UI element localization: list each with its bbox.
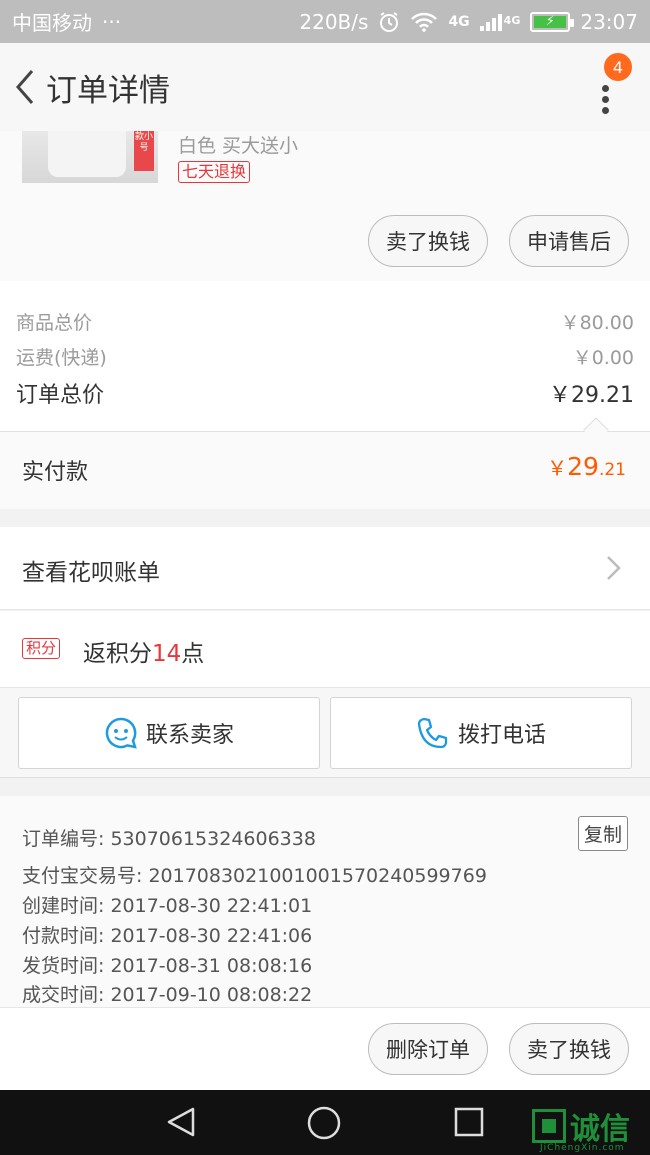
product-card: 款小号 白色 买大送小 七天退换 卖了换钱 申请售后	[0, 131, 650, 281]
order-total-label: 订单总价	[16, 383, 105, 408]
clock: 23:07	[580, 9, 638, 34]
sell-for-cash-bottom-button[interactable]: 卖了换钱	[509, 1023, 629, 1075]
network-type-1: 4G	[448, 13, 470, 30]
nav-back-icon[interactable]	[165, 1106, 197, 1138]
shipping-value: ￥0.00	[572, 347, 634, 369]
back-arrow-icon	[16, 70, 34, 104]
alarm-icon	[380, 11, 399, 32]
call-phone-button[interactable]: 拨打电话	[330, 697, 632, 769]
back-button[interactable]	[2, 43, 46, 131]
page-title: 订单详情	[46, 72, 170, 109]
nav-home-icon[interactable]	[307, 1106, 341, 1140]
huabei-bill-label: 查看花呗账单	[22, 560, 160, 586]
product-thumbnail[interactable]: 款小号	[22, 131, 158, 183]
watermark-url: JiChengXin.com	[540, 1143, 625, 1153]
alipay-trade-number: 支付宝交易号: 2017083021001001570240599769	[22, 865, 487, 887]
points-row: 积分 返积分14点	[0, 611, 650, 688]
actual-paid-amount: ￥29.21	[547, 452, 626, 481]
contact-section: 联系卖家 拨打电话	[0, 688, 650, 778]
points-count: 14	[152, 641, 182, 667]
order-number: 订单编号: 53070615324606338	[22, 828, 316, 850]
goods-total-value: ￥80.00	[560, 312, 634, 334]
phone-icon	[417, 717, 448, 749]
goods-total-label: 商品总价	[16, 312, 93, 334]
actual-paid-label: 实付款	[22, 460, 89, 485]
delete-order-button[interactable]: 删除订单	[368, 1023, 488, 1075]
completed-time: 成交时间: 2017-09-10 08:08:22	[22, 984, 313, 1006]
paid-time: 付款时间: 2017-08-30 22:41:06	[22, 925, 313, 947]
sell-for-cash-button[interactable]: 卖了换钱	[368, 215, 488, 267]
return-policy-tag: 七天退换	[178, 161, 251, 183]
goods-total-row: 商品总价 ￥80.00	[16, 308, 634, 335]
notification-more: ···	[102, 9, 122, 34]
carrier-name: 中国移动	[12, 11, 92, 35]
shipped-time: 发货时间: 2017-08-31 08:08:16	[22, 955, 313, 977]
actual-paid-row: 实付款 ￥29.21	[0, 431, 650, 509]
chat-icon	[105, 717, 137, 749]
watermark-text: 诚信	[570, 1112, 630, 1147]
network-speed: 220B/s	[299, 9, 369, 34]
signal-icon	[479, 13, 502, 31]
notification-badge: 4	[602, 51, 634, 83]
order-total-row: 订单总价 ￥29.21	[16, 377, 634, 409]
product-sku: 白色 买大送小	[178, 135, 299, 157]
created-time: 创建时间: 2017-08-30 22:41:01	[22, 895, 313, 917]
watermark-logo: 诚信	[532, 1104, 630, 1148]
wifi-icon	[411, 12, 438, 32]
nav-recents-icon[interactable]	[454, 1107, 484, 1137]
call-phone-label: 拨打电话	[457, 723, 546, 748]
points-tag: 积分	[22, 638, 61, 659]
huabei-bill-row[interactable]: 查看花呗账单	[0, 527, 650, 610]
thumbnail-tag: 款小号	[134, 131, 154, 171]
contact-seller-label: 联系卖家	[145, 723, 234, 748]
status-bar: 中国移动 ··· 220B/s 4G 4G ⚡ 23:07	[0, 0, 650, 43]
shipping-row: 运费(快递) ￥0.00	[16, 343, 634, 370]
copy-button[interactable]: 复制	[577, 816, 628, 851]
nav-bar: 订单详情 4	[0, 43, 650, 131]
bottom-action-bar: 删除订单 卖了换钱	[0, 1007, 650, 1090]
price-summary: 商品总价 ￥80.00 运费(快递) ￥0.00 订单总价 ￥29.21	[0, 281, 650, 431]
watermark-icon	[532, 1109, 566, 1143]
shipping-label: 运费(快递)	[16, 347, 107, 369]
contact-seller-button[interactable]: 联系卖家	[18, 697, 320, 769]
order-total-value: ￥29.21	[549, 383, 634, 408]
order-info: 订单编号: 53070615324606338 复制 支付宝交易号: 20170…	[0, 796, 650, 1007]
network-type-2: 4G	[503, 13, 521, 27]
more-dots-icon	[602, 85, 609, 92]
request-after-sales-button[interactable]: 申请售后	[509, 215, 629, 267]
points-text: 返积分14点	[83, 641, 205, 667]
chevron-right-icon	[607, 556, 621, 580]
battery-icon: ⚡	[530, 11, 575, 32]
